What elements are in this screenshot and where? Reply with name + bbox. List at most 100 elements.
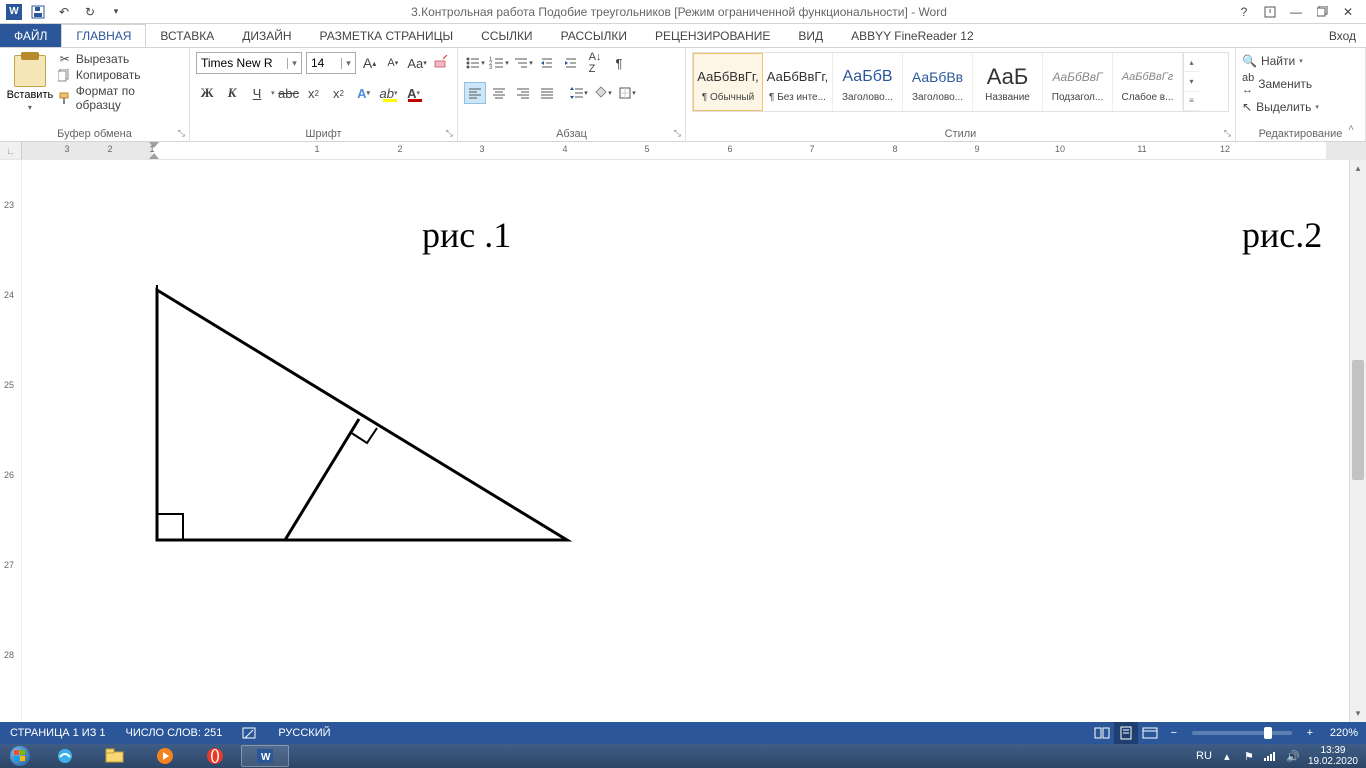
tab-mailings[interactable]: РАССЫЛКИ [547,24,641,47]
volume-icon[interactable]: 🔊 [1286,749,1300,763]
chevron-down-icon[interactable]: ▾ [341,58,355,69]
start-button[interactable] [0,744,40,768]
style-heading1[interactable]: АаБбВЗаголово... [833,53,903,111]
gallery-more-icon[interactable]: ≡ [1184,92,1199,111]
qat-more-icon[interactable]: ▾ [106,2,126,22]
print-layout-icon[interactable] [1114,722,1138,744]
paste-button[interactable]: Вставить ▾ [6,52,54,114]
line-spacing-button[interactable]: ▾ [568,82,590,104]
change-case-button[interactable]: Aa▾ [406,52,427,74]
zoom-thumb[interactable] [1264,727,1272,739]
flag-icon[interactable]: ⚑ [1242,749,1256,763]
indent-decrease-button[interactable] [536,52,558,74]
strike-button[interactable]: abc [278,82,300,104]
tab-insert[interactable]: ВСТАВКА [146,24,228,47]
task-media[interactable] [141,745,189,767]
vertical-scrollbar[interactable]: ▴ ▾ [1349,160,1366,722]
numbering-button[interactable]: 123▾ [488,52,510,74]
read-mode-icon[interactable] [1090,722,1114,744]
clear-format-button[interactable] [432,52,451,74]
scroll-thumb[interactable] [1352,360,1364,480]
tab-review[interactable]: РЕЦЕНЗИРОВАНИЕ [641,24,784,47]
clock[interactable]: 13:39 19.02.2020 [1308,745,1358,767]
network-icon[interactable] [1264,749,1278,763]
language-indicator[interactable]: РУССКИЙ [268,727,340,739]
redo-icon[interactable]: ↻ [80,2,100,22]
scroll-up-icon[interactable]: ▴ [1350,160,1366,177]
font-launcher-icon[interactable]: ⤡ [446,128,453,139]
zoom-percentage[interactable]: 220% [1322,727,1366,739]
restore-icon[interactable] [1310,2,1334,22]
task-ie[interactable] [41,745,89,767]
scroll-down-icon[interactable]: ▾ [1350,705,1366,722]
tab-selector[interactable]: ∟ [0,142,22,159]
style-title[interactable]: АаБНазвание [973,53,1043,111]
tray-lang[interactable]: RU [1196,750,1212,762]
collapse-ribbon-icon[interactable]: ˄ [1340,117,1362,139]
tab-file[interactable]: ФАЙЛ [0,24,61,47]
web-layout-icon[interactable] [1138,722,1162,744]
tab-layout[interactable]: РАЗМЕТКА СТРАНИЦЫ [306,24,468,47]
text-effects-button[interactable]: A▾ [353,82,375,104]
task-explorer[interactable] [91,745,139,767]
cut-button[interactable]: ✂Вырезать [58,52,183,66]
borders-button[interactable]: ▾ [616,82,638,104]
page-indicator[interactable]: СТРАНИЦА 1 ИЗ 1 [0,727,116,739]
underline-button[interactable]: Ч [246,82,268,104]
zoom-out-button[interactable]: − [1162,722,1186,744]
align-left-button[interactable] [464,82,486,104]
copy-button[interactable]: Копировать [58,68,183,82]
align-right-button[interactable] [512,82,534,104]
tab-view[interactable]: ВИД [784,24,837,47]
gallery-down-icon[interactable]: ▾ [1184,72,1199,91]
superscript-button[interactable]: x2 [328,82,350,104]
word-count[interactable]: ЧИСЛО СЛОВ: 251 [116,727,233,739]
font-size-combo[interactable]: 14▾ [306,52,356,74]
save-icon[interactable] [28,2,48,22]
bold-button[interactable]: Ж [196,82,218,104]
align-center-button[interactable] [488,82,510,104]
zoom-in-button[interactable]: + [1298,722,1322,744]
tab-references[interactable]: ССЫЛКИ [467,24,546,47]
close-icon[interactable]: ✕ [1336,2,1360,22]
tab-design[interactable]: ДИЗАЙН [228,24,305,47]
style-weak[interactable]: АаБбВвГгСлабое в... [1113,53,1183,111]
multilevel-button[interactable]: ▾ [512,52,534,74]
tray-up-icon[interactable]: ▴ [1220,749,1234,763]
task-word[interactable]: W [241,745,289,767]
select-button[interactable]: ↖Выделить▾ [1242,98,1359,116]
chevron-down-icon[interactable]: ▾ [287,58,301,69]
tab-home[interactable]: ГЛАВНАЯ [61,24,146,47]
styles-launcher-icon[interactable]: ⤡ [1224,128,1231,139]
style-heading2[interactable]: АаБбВвЗаголово... [903,53,973,111]
font-family-combo[interactable]: Times New R▾ [196,52,302,74]
clipboard-launcher-icon[interactable]: ⤡ [178,128,185,139]
underline-more-icon[interactable]: ▾ [271,89,275,97]
vertical-ruler[interactable]: 232425262728 [0,160,22,722]
style-normal[interactable]: АаБбВвГг,¶ Обычный [693,53,763,111]
minimize-icon[interactable]: ― [1284,2,1308,22]
style-no-spacing[interactable]: АаБбВвГг,¶ Без инте... [763,53,833,111]
show-marks-button[interactable]: ¶ [608,52,630,74]
page[interactable]: рис .1 рис.2 [22,160,1349,722]
shading-button[interactable]: ▾ [592,82,614,104]
login-link[interactable]: Вход [1319,24,1366,47]
highlight-button[interactable]: ab▾ [378,82,400,104]
task-opera[interactable] [191,745,239,767]
proofing-icon[interactable] [232,726,268,740]
find-button[interactable]: 🔍Найти▾ [1242,52,1359,70]
bullets-button[interactable]: ▾ [464,52,486,74]
italic-button[interactable]: К [221,82,243,104]
style-subtitle[interactable]: АаБбВвГПодзагол... [1043,53,1113,111]
font-color-button[interactable]: A▾ [403,82,425,104]
horizontal-ruler[interactable]: ∟ 321123456789101112 [0,142,1366,160]
tab-abbyy[interactable]: ABBYY FineReader 12 [837,24,988,47]
replace-button[interactable]: ab↔Заменить [1242,70,1359,98]
subscript-button[interactable]: x2 [303,82,325,104]
undo-icon[interactable]: ↶ [54,2,74,22]
triangle-drawing[interactable] [77,270,777,590]
grow-font-button[interactable]: A▴ [360,52,379,74]
zoom-slider[interactable] [1192,731,1292,735]
ribbon-options-icon[interactable] [1258,2,1282,22]
paragraph-launcher-icon[interactable]: ⤡ [674,128,681,139]
